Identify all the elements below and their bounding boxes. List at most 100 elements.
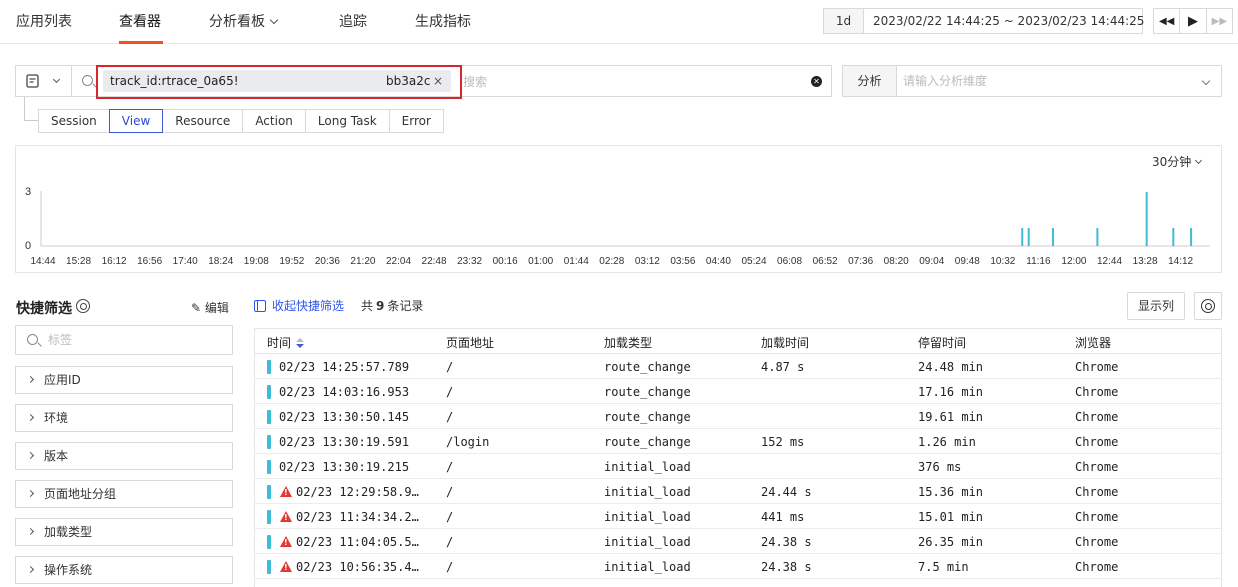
nav-analysis-board[interactable]: 分析看板 <box>209 11 279 31</box>
cell-path: / <box>446 560 454 574</box>
facet-os[interactable]: 操作系统 <box>15 556 233 584</box>
x-tick-label: 21:20 <box>350 256 375 267</box>
cell-stay-time: 376 ms <box>918 460 962 474</box>
table-row[interactable]: 02/23 13:30:19.591/login route_change 152 … <box>255 429 1221 454</box>
time-range-picker[interactable]: 2023/02/22 14:44:25 ~ 2023/02/23 14:44:2… <box>863 8 1144 34</box>
nav-generate-metrics[interactable]: 生成指标 <box>415 11 471 31</box>
histogram-chart: 0 3 14:44 15:28 16:12 16:56 17:40 18:24 19:08 19:… <box>25 186 1210 267</box>
column-label: 时间 <box>267 336 292 350</box>
active-tab-underline <box>119 41 163 44</box>
status-indicator <box>267 435 271 449</box>
cell-browser: Chrome <box>1075 410 1119 424</box>
facet-label: 应用ID <box>44 373 81 387</box>
cell-stay-time: 24.48 min <box>918 360 984 374</box>
cell-time: 02/23 13:30:50.145 <box>279 410 410 424</box>
cell-load-type: initial_load <box>604 460 691 474</box>
x-tick-label: 16:12 <box>102 256 127 267</box>
interval-select[interactable]: 30分钟 <box>1152 153 1203 170</box>
cell-time: 02/23 11:04:05.5… <box>296 535 419 549</box>
tab-session[interactable]: Session <box>38 109 110 133</box>
filter-list-icon <box>26 74 39 88</box>
nav-analysis-board-label: 分析看板 <box>209 14 265 30</box>
facet-label: 环境 <box>44 411 69 425</box>
table-row[interactable]: 02/23 12:29:58.9… / initial_load 24.44 s 15.… <box>255 479 1221 504</box>
cell-load-type: route_change <box>604 435 691 449</box>
status-indicator <box>267 560 271 574</box>
status-indicator <box>267 510 271 524</box>
x-tick-label: 11:16 <box>1026 256 1051 267</box>
histogram-bar <box>1027 228 1030 246</box>
cell-browser: Chrome <box>1075 460 1119 474</box>
status-indicator <box>267 410 271 424</box>
facet-env[interactable]: 环境 <box>15 404 233 432</box>
settings-button[interactable] <box>1194 292 1222 320</box>
display-columns-button[interactable]: 显示列 <box>1127 292 1185 320</box>
tab-action[interactable]: Action <box>242 109 306 133</box>
facet-load-type[interactable]: 加载类型 <box>15 518 233 546</box>
play-icon[interactable]: ▶ <box>1180 9 1207 33</box>
x-tick-label: 02:28 <box>599 256 624 267</box>
column-load-time[interactable]: 加载时间 <box>761 334 809 351</box>
column-browser[interactable]: 浏览器 <box>1075 334 1111 351</box>
chevron-down-icon <box>1195 156 1203 165</box>
facet-label: 版本 <box>44 449 69 463</box>
table-row[interactable]: 02/23 14:25:57.789 / route_change 4.87 s 24.… <box>255 354 1221 379</box>
rewind-icon[interactable]: ◀◀ <box>1154 9 1181 33</box>
nav-explorer[interactable]: 查看器 <box>119 11 161 31</box>
cell-path: /login <box>446 435 490 449</box>
edit-label: 编辑 <box>204 301 229 315</box>
table-row[interactable]: 02/23 13:30:50.145 / route_change 19.61 min… <box>255 404 1221 429</box>
filter-mode-select[interactable] <box>15 65 71 97</box>
collapse-filter-link[interactable]: 收起快捷筛选 <box>254 297 344 314</box>
column-load-type[interactable]: 加载类型 <box>604 334 652 351</box>
tab-view[interactable]: View <box>108 109 164 133</box>
x-tick-label: 10:32 <box>990 256 1015 267</box>
edit-button[interactable]: ✎ 编辑 <box>191 299 229 316</box>
column-stay-time[interactable]: 停留时间 <box>918 334 966 351</box>
x-tick-label: 09:48 <box>955 256 980 267</box>
cell-load-time: 24.44 s <box>761 485 812 499</box>
chevron-right-icon <box>26 489 35 498</box>
time-range-quick-button[interactable]: 1d <box>823 8 864 34</box>
tag-search-input[interactable]: 标签 <box>15 325 233 355</box>
cell-browser: Chrome <box>1075 435 1119 449</box>
gear-icon[interactable] <box>76 299 90 313</box>
tab-long-task[interactable]: Long Task <box>304 109 390 133</box>
record-count: 共 9 条记录 <box>361 297 423 314</box>
facet-version[interactable]: 版本 <box>15 442 233 470</box>
cell-load-type: initial_load <box>604 560 691 574</box>
cell-path: / <box>446 385 454 399</box>
x-tick-label: 01:00 <box>528 256 553 267</box>
cell-browser: Chrome <box>1075 385 1119 399</box>
interval-label: 30分钟 <box>1152 155 1192 169</box>
cell-load-time: 441 ms <box>761 510 805 524</box>
chevron-down-icon <box>269 15 279 25</box>
x-tick-label: 19:08 <box>244 256 269 267</box>
tab-resource[interactable]: Resource <box>162 109 244 133</box>
table-row[interactable]: 02/23 11:34:34.2… / initial_load 441 ms 15.0… <box>255 504 1221 529</box>
chevron-down-icon <box>52 75 61 84</box>
table-row[interactable]: 02/23 11:04:05.5… / initial_load 24.38 s 26.… <box>255 529 1221 554</box>
sort-icon[interactable] <box>296 338 305 348</box>
cell-load-type: initial_load <box>604 510 691 524</box>
column-path[interactable]: 页面地址 <box>446 334 494 351</box>
status-indicator <box>267 360 271 374</box>
cell-stay-time: 17.16 min <box>918 385 984 399</box>
table-row[interactable]: 02/23 13:30:19.215 / initial_load 376 ms Chr… <box>255 454 1221 479</box>
table-row[interactable]: 02/23 14:03:16.953 / route_change 17.16 min… <box>255 379 1221 404</box>
fast-forward-icon[interactable]: ▶▶ <box>1207 9 1232 33</box>
analysis-dimension-select[interactable]: 请输入分析维度 <box>896 65 1222 97</box>
close-circle-icon[interactable]: ✕ <box>811 76 822 87</box>
column-time[interactable]: 时间 <box>267 334 305 351</box>
nav-app-list[interactable]: 应用列表 <box>16 11 72 31</box>
collapse-label: 收起快捷筛选 <box>272 299 345 313</box>
table-row[interactable]: 02/23 10:56:35.4… / initial_load 24.38 s 7.5… <box>255 554 1221 579</box>
x-tick-label: 22:48 <box>422 256 447 267</box>
x-tick-label: 16:56 <box>137 256 162 267</box>
facet-page-group[interactable]: 页面地址分组 <box>15 480 233 508</box>
cell-time: 02/23 12:29:58.9… <box>296 485 419 499</box>
tab-error[interactable]: Error <box>388 109 444 133</box>
facet-app-id[interactable]: 应用ID <box>15 366 233 394</box>
nav-tracing[interactable]: 追踪 <box>339 11 367 31</box>
x-tick-label: 01:44 <box>564 256 589 267</box>
